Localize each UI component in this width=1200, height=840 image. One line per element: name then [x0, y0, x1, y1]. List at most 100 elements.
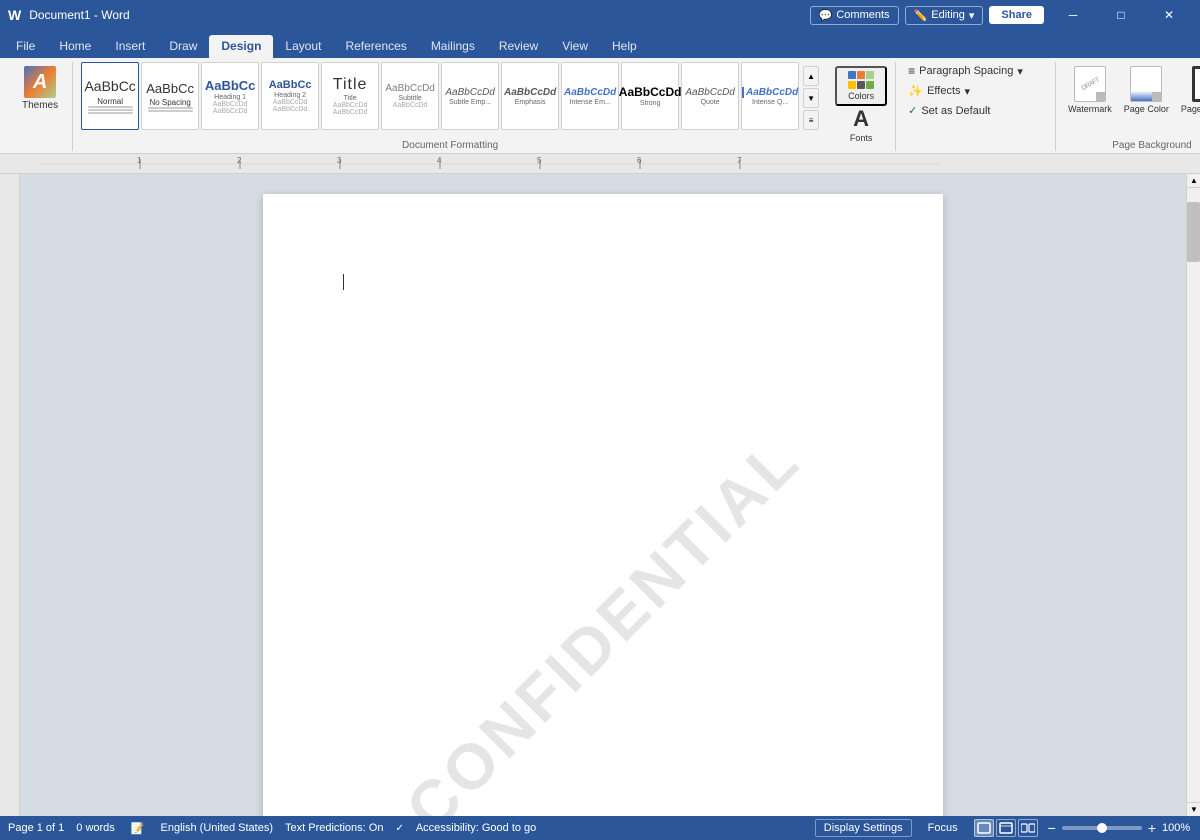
checkmark-icon: ✓ [908, 104, 917, 117]
style-strong[interactable]: AaBbCcDd Strong [621, 62, 679, 130]
paragraph-spacing-button[interactable]: ≡ Paragraph Spacing ▾ [904, 62, 1044, 80]
text-cursor [343, 274, 344, 290]
comments-icon: 💬 [819, 9, 833, 22]
paragraph-spacing-arrow: ▾ [1017, 65, 1023, 78]
document-page[interactable]: CONFIDENTIAL [263, 194, 943, 816]
para-group-inner: ≡ Paragraph Spacing ▾ ✨ Effects ▾ ✓ Set … [904, 62, 1044, 119]
tab-layout[interactable]: Layout [273, 35, 333, 58]
word-logo: W [8, 7, 21, 23]
text-predictions: Text Predictions: On [285, 822, 383, 834]
tab-home[interactable]: Home [47, 35, 103, 58]
main-area: CONFIDENTIAL ▲ ▼ [0, 174, 1200, 816]
effects-arrow: ▾ [965, 85, 971, 98]
zoom-slider[interactable] [1062, 826, 1142, 830]
themes-button[interactable]: A Themes [16, 62, 64, 115]
page-color-label: Page Color [1124, 104, 1169, 114]
style-emphasis[interactable]: AaBbCcDd Emphasis [501, 62, 559, 130]
tab-mailings[interactable]: Mailings [419, 35, 487, 58]
style-title[interactable]: Title Title AaBbCcDd AaBbCcDd [321, 62, 379, 130]
tab-insert[interactable]: Insert [103, 35, 157, 58]
style-normal[interactable]: AaBbCc Normal [81, 62, 139, 130]
style-scroll-up[interactable]: ▲ [803, 66, 819, 86]
close-button[interactable]: ✕ [1146, 1, 1192, 29]
scroll-down-button[interactable]: ▼ [1187, 802, 1200, 816]
page-info: Page 1 of 1 [8, 822, 64, 834]
accessibility-status[interactable]: Accessibility: Good to go [416, 822, 536, 834]
themes-icon: A [24, 66, 56, 98]
svg-text:3: 3 [337, 156, 342, 165]
themes-label: Themes [22, 100, 58, 111]
window-controls: ─ □ ✕ [1050, 1, 1192, 29]
page-borders-icon [1192, 66, 1200, 102]
svg-text:4: 4 [437, 156, 442, 165]
style-quote[interactable]: AaBbCcDd Quote [681, 62, 739, 130]
zoom-level: 100% [1162, 822, 1192, 834]
style-intense-emphasis[interactable]: AaBbCcDd Intense Em... [561, 62, 619, 130]
style-subtle-emphasis[interactable]: AaBbCcDd Subtle Emp... [441, 62, 499, 130]
print-layout-icon [977, 822, 991, 834]
set-default-label: Set as Default [921, 105, 990, 117]
colors-fonts-content: Colors A Fonts [835, 66, 887, 147]
style-intense-quote[interactable]: AaBbCcDd Intense Q... [741, 62, 799, 130]
style-gallery-group: AaBbCc Normal AaBbCc No Spacing AaBbCc H… [73, 62, 827, 151]
watermark-icon: DRAFT [1074, 66, 1106, 102]
tab-review[interactable]: Review [487, 35, 550, 58]
paragraph-spacing-label: Paragraph Spacing [919, 65, 1013, 77]
watermark-button[interactable]: DRAFT Watermark [1064, 62, 1116, 118]
scrollbar-right[interactable]: ▲ ▼ [1186, 174, 1200, 816]
comments-button[interactable]: 💬 Comments [810, 6, 899, 25]
tab-design[interactable]: Design [209, 35, 273, 58]
ruler-marks-svg: // Ticks drawn via SVG inline 1 2 3 4 5 … [40, 154, 940, 174]
style-more-button[interactable]: ≡ [803, 110, 819, 130]
color-swatch-4 [848, 81, 856, 89]
svg-text:5: 5 [537, 156, 542, 165]
tab-help[interactable]: Help [600, 35, 649, 58]
tab-file[interactable]: File [4, 35, 47, 58]
web-layout-view-button[interactable] [996, 819, 1016, 837]
page-borders-button[interactable]: Page Borders [1177, 62, 1200, 118]
colors-fonts-group: Colors A Fonts [827, 62, 896, 151]
title-bar-left: W Document1 - Word [8, 7, 130, 23]
scrollbar-thumb[interactable] [1187, 202, 1200, 262]
share-button[interactable]: Share [989, 6, 1044, 24]
svg-text:2: 2 [237, 156, 242, 165]
style-heading1[interactable]: AaBbCc Heading 1 AaBbCcDd AaBbCcDd [201, 62, 259, 130]
content-area[interactable]: CONFIDENTIAL [20, 174, 1186, 816]
svg-text:7: 7 [737, 156, 742, 165]
ruler-left [0, 174, 20, 816]
style-heading2[interactable]: AaBbCc Heading 2 AaBbCcDd AaBbCcDd [261, 62, 319, 130]
editing-button[interactable]: ✏️ Editing ▾ [905, 6, 984, 25]
read-view-button[interactable] [1018, 819, 1038, 837]
editing-icon: ✏️ [914, 9, 928, 22]
title-bar: W Document1 - Word 💬 Comments ✏️ Editing… [0, 0, 1200, 30]
color-swatch-5 [857, 81, 865, 89]
zoom-slider-thumb [1097, 823, 1107, 833]
style-subtitle[interactable]: AaBbCcDd Subtitle AaBbCcDd [381, 62, 439, 130]
style-gallery-content: AaBbCc Normal AaBbCc No Spacing AaBbCc H… [81, 62, 819, 134]
fonts-button[interactable]: A Fonts [835, 106, 887, 142]
page-color-button[interactable]: Page Color [1120, 62, 1173, 118]
status-bar-right: Display Settings Focus − + 100% [815, 819, 1192, 837]
scroll-up-button[interactable]: ▲ [1187, 174, 1200, 188]
fonts-icon: A [853, 106, 869, 132]
title-bar-right: 💬 Comments ✏️ Editing ▾ Share ─ □ ✕ [810, 1, 1192, 29]
style-scroll-down[interactable]: ▼ [803, 88, 819, 108]
colors-button[interactable]: Colors [835, 66, 887, 106]
colors-label: Colors [848, 91, 874, 101]
effects-button[interactable]: ✨ Effects ▾ [904, 82, 1044, 100]
colors-swatches-2 [848, 81, 874, 89]
set-default-button[interactable]: ✓ Set as Default [904, 102, 1044, 119]
colors-swatches [848, 71, 874, 79]
minimize-button[interactable]: ─ [1050, 1, 1096, 29]
tab-view[interactable]: View [550, 35, 600, 58]
accessibility-icon: ✓ [395, 823, 403, 834]
print-layout-view-button[interactable] [974, 819, 994, 837]
restore-button[interactable]: □ [1098, 1, 1144, 29]
tab-references[interactable]: References [333, 35, 418, 58]
themes-group: A Themes [8, 62, 73, 151]
display-settings-button[interactable]: Display Settings [815, 819, 912, 837]
status-bar: Page 1 of 1 0 words 📝 English (United St… [0, 816, 1200, 840]
tab-draw[interactable]: Draw [157, 35, 209, 58]
language[interactable]: English (United States) [161, 822, 274, 834]
style-no-spacing[interactable]: AaBbCc No Spacing [141, 62, 199, 130]
